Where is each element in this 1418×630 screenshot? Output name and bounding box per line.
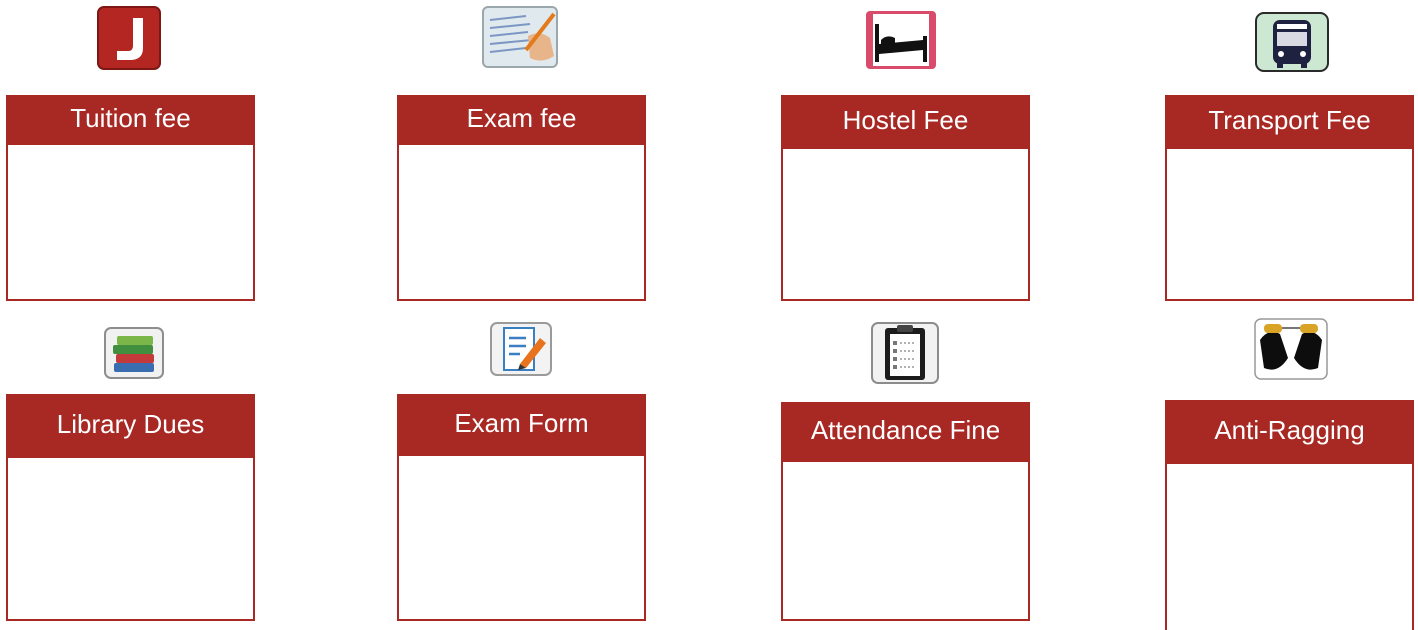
card-title: Library Dues <box>56 408 205 439</box>
card-title: Attendance Fine <box>810 414 1001 445</box>
card-title: Hostel Fee <box>842 104 969 135</box>
card-title: Tuition fee <box>70 102 191 133</box>
exam-fee-card[interactable]: Exam fee <box>397 95 646 301</box>
clipboard-icon[interactable] <box>871 322 939 384</box>
card-header: Library Dues <box>8 396 253 458</box>
transport-fee-card[interactable]: Transport Fee <box>1165 95 1414 301</box>
exam-sheet-icon[interactable] <box>482 6 558 68</box>
card-header: Exam Form <box>399 396 644 456</box>
form-edit-icon[interactable] <box>490 322 552 376</box>
attendance-fine-card[interactable]: Attendance Fine <box>781 402 1030 621</box>
bus-icon[interactable] <box>1255 12 1329 72</box>
bed-icon[interactable] <box>865 10 937 70</box>
card-header: Tuition fee <box>8 97 253 145</box>
card-title: Transport Fee <box>1208 104 1371 135</box>
exam-form-card[interactable]: Exam Form <box>397 394 646 621</box>
card-title: Exam Form <box>454 407 589 438</box>
anti-ragging-card[interactable]: Anti-Ragging <box>1165 400 1414 630</box>
card-header: Anti-Ragging <box>1167 402 1412 464</box>
card-title: Exam fee <box>466 102 577 133</box>
letter-j-icon[interactable] <box>97 6 161 70</box>
card-title: Anti-Ragging <box>1214 414 1365 445</box>
card-header: Exam fee <box>399 97 644 145</box>
tuition-fee-card[interactable]: Tuition fee <box>6 95 255 301</box>
hostel-fee-card[interactable]: Hostel Fee <box>781 95 1030 301</box>
card-header: Transport Fee <box>1167 97 1412 149</box>
card-header: Hostel Fee <box>783 97 1028 149</box>
card-header: Attendance Fine <box>783 404 1028 462</box>
books-icon[interactable] <box>104 327 164 379</box>
handcuffs-icon[interactable] <box>1254 318 1328 380</box>
library-dues-card[interactable]: Library Dues <box>6 394 255 621</box>
